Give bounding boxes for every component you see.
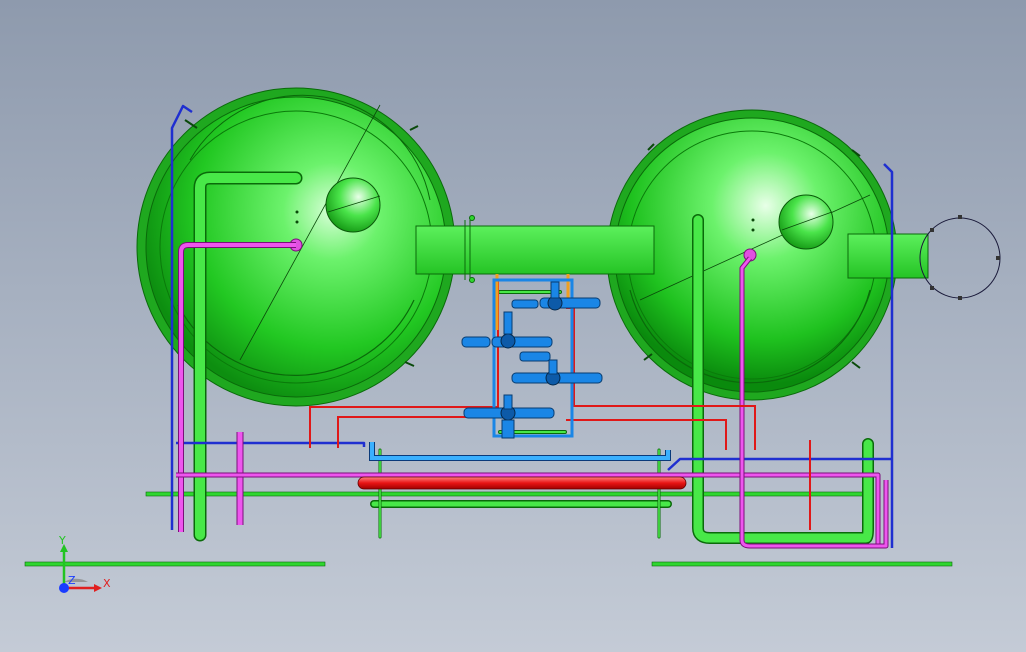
red-header-pipe[interactable] [357, 476, 687, 490]
model-canvas[interactable]: Y X Z [0, 0, 1026, 652]
x-axis-label: X [103, 577, 111, 590]
connecting-duct[interactable] [415, 215, 655, 283]
valve-3[interactable] [511, 359, 603, 386]
valve-1[interactable] [511, 281, 601, 311]
valve-manifold[interactable] [461, 278, 603, 439]
valve-2[interactable] [461, 311, 553, 362]
cyan-pipe[interactable] [369, 442, 671, 461]
x-arrow-icon [94, 584, 102, 592]
cad-viewport[interactable]: Y X Z [0, 0, 1026, 652]
z-axis-label: Z [68, 574, 76, 587]
y-axis-label: Y [58, 534, 66, 547]
